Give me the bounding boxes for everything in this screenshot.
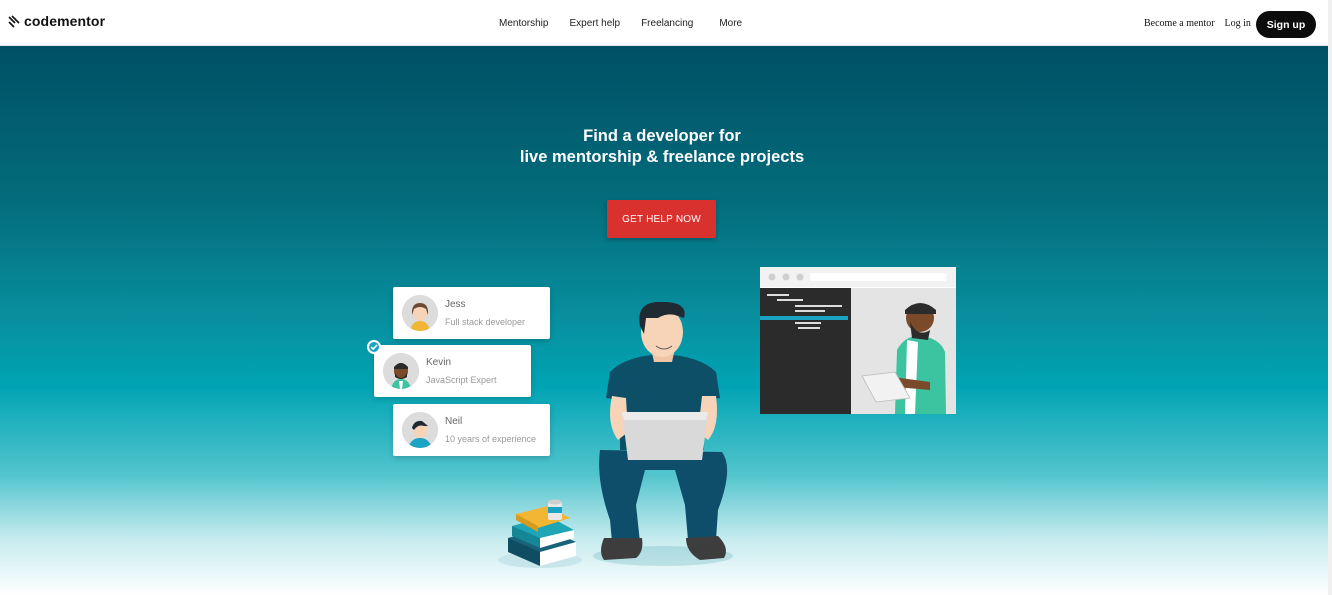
menu-item-more[interactable]: More: [719, 18, 742, 29]
selected-check-icon: [367, 340, 381, 354]
mentor-role: JavaScript Expert: [426, 375, 497, 385]
menu-item-mentorship[interactable]: Mentorship: [499, 18, 548, 29]
mentor-name: Jess: [445, 299, 466, 310]
kevin-avatar-icon: [383, 353, 419, 389]
menu-item-expert-help[interactable]: Expert help: [569, 18, 620, 29]
top-navbar: codementor Mentorship Expert help Freela…: [0, 0, 1332, 46]
codementor-logo-icon: [8, 15, 20, 28]
mentor-card-jess[interactable]: Jess Full stack developer: [393, 287, 550, 339]
hero-illustration: [498, 267, 956, 568]
hero-section: Find a developer for live mentorship & f…: [0, 46, 1328, 595]
avatar: [402, 295, 438, 331]
video-call-window-illustration: [760, 267, 956, 414]
menu-item-freelancing[interactable]: Freelancing: [641, 18, 693, 29]
mentor-name: Neil: [445, 416, 463, 427]
mentor-card-kevin[interactable]: Kevin JavaScript Expert: [374, 345, 531, 397]
jess-avatar-icon: [402, 295, 438, 331]
developer-illustration: [593, 302, 733, 566]
neil-avatar-icon: [402, 412, 438, 448]
logo-text: codementor: [24, 13, 106, 29]
account-links: Become a mentor Log in: [1144, 18, 1251, 29]
books-illustration: [498, 499, 582, 568]
become-mentor-link[interactable]: Become a mentor: [1144, 18, 1215, 29]
mentor-role: 10 years of experience: [445, 434, 537, 444]
page-scrollbar[interactable]: [1328, 0, 1332, 595]
mentor-card-neil[interactable]: Neil 10 years of experience: [393, 404, 550, 456]
avatar: [383, 353, 419, 389]
logo[interactable]: codementor: [8, 13, 105, 29]
main-menu: Mentorship Expert help Freelancing More: [499, 18, 742, 29]
mentor-role: Full stack developer: [445, 317, 526, 327]
mentor-name: Kevin: [426, 357, 452, 368]
signup-button[interactable]: Sign up: [1256, 11, 1316, 38]
avatar: [402, 412, 438, 448]
login-link[interactable]: Log in: [1225, 18, 1251, 29]
